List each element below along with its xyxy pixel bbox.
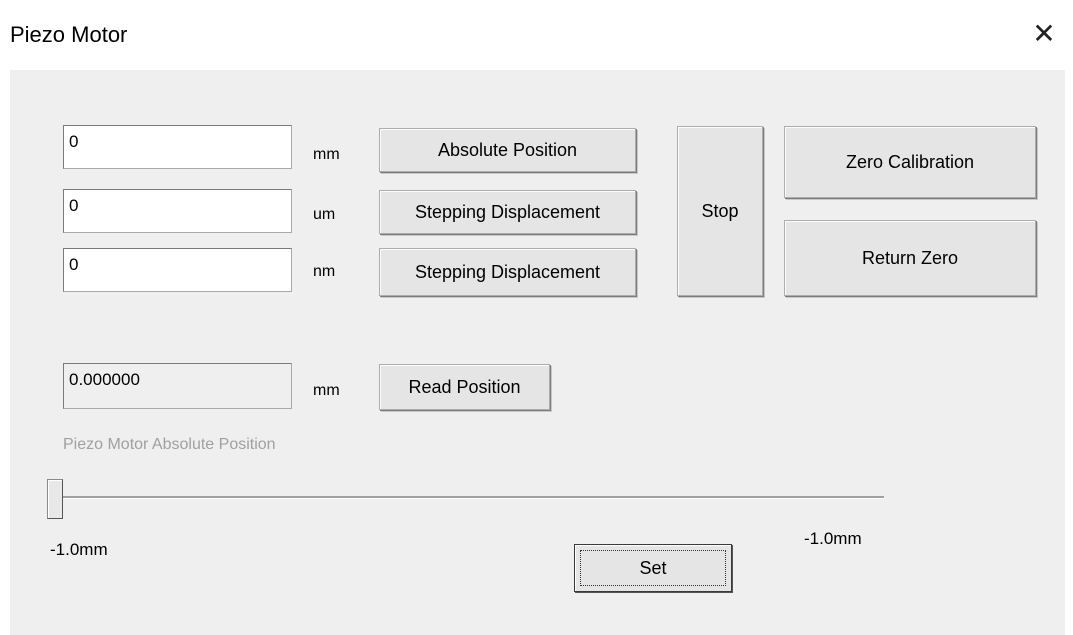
- stop-button[interactable]: Stop: [677, 126, 763, 296]
- slider-thumb[interactable]: [47, 479, 63, 519]
- window-title: Piezo Motor: [10, 22, 128, 47]
- stepping-displacement-um-button[interactable]: Stepping Displacement: [379, 190, 636, 234]
- focus-rect: [580, 550, 726, 586]
- stepping-displacement-nm-button[interactable]: Stepping Displacement: [379, 248, 636, 296]
- slider-caption: Piezo Motor Absolute Position: [63, 436, 276, 453]
- slider-max-label: -1.0mm: [804, 529, 862, 548]
- title-bar: Piezo Motor ✕: [0, 0, 1073, 70]
- return-zero-button[interactable]: Return Zero: [784, 220, 1036, 296]
- absolute-position-input[interactable]: 0: [63, 125, 292, 169]
- absolute-position-button[interactable]: Absolute Position: [379, 128, 636, 172]
- read-position-button[interactable]: Read Position: [379, 364, 550, 410]
- close-icon[interactable]: ✕: [1029, 18, 1059, 49]
- unit-label-mm-readout: mm: [313, 382, 340, 399]
- unit-label-um: um: [313, 206, 336, 223]
- stepping-nm-input[interactable]: 0: [63, 248, 292, 292]
- slider-min-label: -1.0mm: [50, 540, 108, 559]
- unit-label-mm: mm: [313, 146, 340, 163]
- slider-track[interactable]: [58, 496, 884, 499]
- set-button[interactable]: Set: [574, 544, 732, 592]
- zero-calibration-button[interactable]: Zero Calibration: [784, 126, 1036, 198]
- stepping-um-input[interactable]: 0: [63, 189, 292, 233]
- current-position-readout: 0.000000: [63, 363, 292, 409]
- unit-label-nm: nm: [313, 263, 336, 280]
